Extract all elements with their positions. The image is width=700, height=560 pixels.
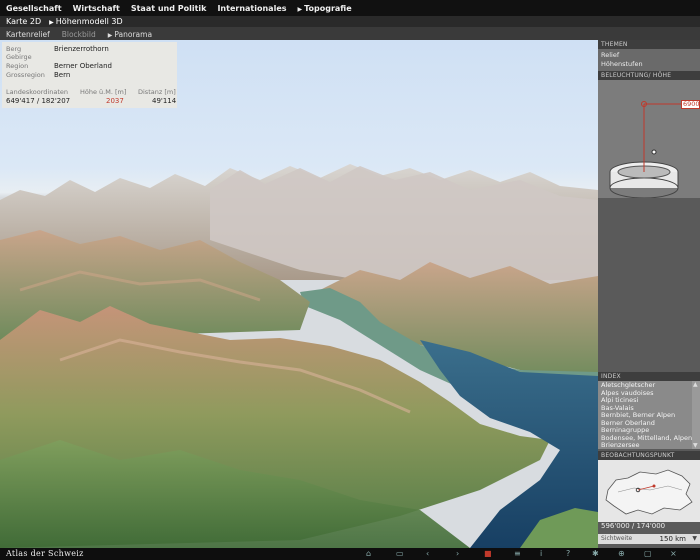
sidebar-header-strip [598,28,700,40]
nav-internationales[interactable]: Internationales [217,4,286,13]
value-grossregion: Bern [54,71,71,79]
height-value-badge[interactable]: 6900 [681,100,700,109]
observation-coordinates: 596'000 / 174'000 [601,522,666,530]
value-coordinates: 649'417 / 182'207 [6,97,71,105]
right-sidebar: THEMEN Relief Höhenstufen BELEUCHTUNG/ H… [598,40,700,548]
terrain-render [0,164,598,548]
tab-blockbild[interactable]: Blockbild [62,30,96,39]
label-grossregion: Grossregion [6,71,45,79]
forward-icon[interactable]: › [456,549,459,558]
scroll-up-icon[interactable]: ▲ [693,381,698,388]
nav-gesellschaft[interactable]: Gesellschaft [6,4,62,13]
triangle-right-icon: ▶ [297,5,303,13]
scroll-down-icon[interactable]: ▼ [693,442,698,449]
value-height: 2037 [106,97,124,105]
header-distanz: Distanz [m] [138,88,176,96]
layers-icon[interactable]: ≡ [514,549,521,558]
value-region: Berner Oberland [54,62,112,70]
zoom-icon[interactable]: ⊕ [618,549,625,558]
observation-point-map[interactable] [598,460,700,522]
header-hoehe: Höhe ü.M. [m] [80,88,127,96]
sichtweite-row[interactable]: Sichtweite 150 km ▼ [598,534,700,544]
triangle-right-icon: ▶ [107,31,113,39]
themen-list: Relief Höhenstufen [598,49,700,71]
list-item[interactable]: Brienzersee [601,441,640,449]
theme-relief[interactable]: Relief [601,51,619,59]
value-distance: 49'114 [152,97,177,105]
beobachtungspunkt-header: BEOBACHTUNGSPUNKT [598,451,700,460]
nav-topografie[interactable]: ▶ Topografie [298,4,352,13]
header-landeskoordinaten: Landeskoordinaten [6,88,68,96]
theme-hoehenstufen[interactable]: Höhenstufen [601,60,643,68]
tab-hoehenmodell-3d[interactable]: ▶ Höhenmodell 3D [49,17,123,26]
beleuchtung-header: BELEUCHTUNG/ HÖHE [598,71,700,80]
switzerland-outline-map [605,469,693,515]
tab-karte-2d[interactable]: Karte 2D [6,17,41,26]
index-header: INDEX [598,372,700,381]
chevron-down-icon[interactable]: ▼ [692,535,697,542]
atlas-brand: Atlas der Schweiz [6,549,84,558]
sichtweite-label: Sichtweite [601,535,633,542]
value-berg: Brienzerrothorn [54,45,109,53]
nav-staat-und-politik[interactable]: Staat und Politik [131,4,207,13]
stop-icon[interactable]: ■ [484,549,492,558]
themen-header: THEMEN [598,40,700,49]
print-icon[interactable]: ▭ [396,549,404,558]
label-berg: Berg [6,45,22,53]
bottom-bar: Atlas der Schweiz ⌂ ▭ ‹ › ■ ≡ i ? ✱ ⊕ ▢ … [0,548,700,560]
view-mode-navigation: Kartenrelief Blockbild ▶ Panorama [0,28,598,40]
settings-icon[interactable]: ✱ [592,549,599,558]
triangle-right-icon: ▶ [49,19,54,26]
index-scrollbar[interactable]: ▲ ▼ [692,381,700,449]
terrain-3d-viewport[interactable] [0,40,598,548]
sub-navigation: Karte 2D ▶ Höhenmodell 3D [0,16,700,28]
lighting-dial [609,101,684,199]
nav-wirtschaft[interactable]: Wirtschaft [73,4,120,13]
tab-kartenrelief[interactable]: Kartenrelief [6,30,50,39]
label-gebirge: Gebirge [6,53,32,61]
sichtweite-value[interactable]: 150 km [660,535,686,543]
location-info-panel: Berg Brienzerrothorn Gebirge Region Berner… [2,42,177,108]
close-icon[interactable]: × [670,549,677,558]
index-list[interactable]: Aletschgletscher Alpes vaudoises Alpi ti… [598,381,700,449]
info-icon[interactable]: i [540,549,542,558]
back-icon[interactable]: ‹ [426,549,429,558]
label-region: Region [6,62,29,70]
home-icon[interactable]: ⌂ [366,549,371,558]
tab-panorama[interactable]: ▶ Panorama [108,30,152,39]
top-navigation: Gesellschaft Wirtschaft Staat und Politi… [0,0,700,16]
help-icon[interactable]: ? [566,549,570,558]
lighting-height-control[interactable] [598,80,700,199]
window-icon[interactable]: ▢ [644,549,652,558]
